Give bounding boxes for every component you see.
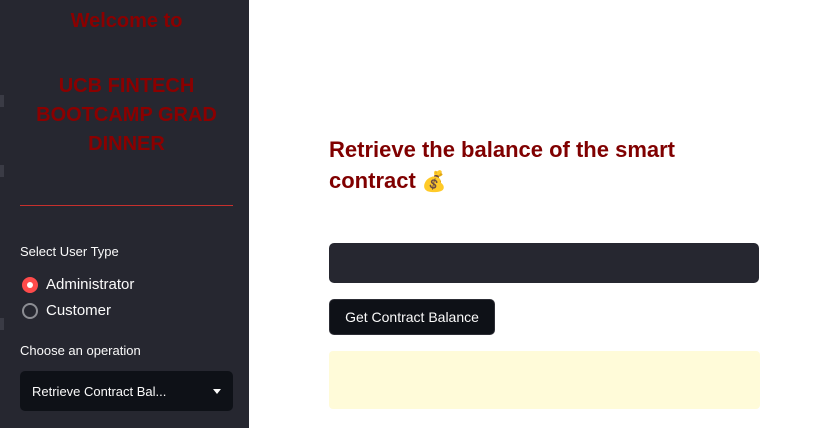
sidebar-edge-mark: [0, 318, 4, 330]
heading-text: Retrieve the balance of the smart contra…: [329, 137, 676, 193]
sidebar-divider: [20, 205, 233, 206]
operation-label: Choose an operation: [20, 343, 141, 358]
sidebar-edge-mark: [0, 165, 4, 177]
event-title: UCB FINTECH BOOTCAMP GRAD DINNER: [36, 75, 217, 155]
radio-checked-icon[interactable]: [22, 276, 38, 293]
main-content: Retrieve the balance of the smart contra…: [249, 0, 834, 428]
welcome-title: Welcome to: [70, 10, 183, 32]
radio-customer[interactable]: Customer: [22, 302, 111, 319]
get-contract-balance-button[interactable]: Get Contract Balance: [329, 299, 495, 335]
radio-unchecked-icon[interactable]: [22, 302, 38, 319]
sidebar: Welcome to UCB FINTECH BOOTCAMP GRAD DIN…: [0, 0, 249, 428]
result-alert: [329, 351, 760, 409]
user-type-label: Select User Type: [20, 244, 119, 259]
radio-label: Customer: [46, 302, 112, 319]
operation-selected-value: Retrieve Contract Bal...: [32, 383, 167, 399]
money-bag-icon: 💰: [421, 171, 447, 193]
contract-input[interactable]: [329, 243, 759, 283]
sidebar-edge-mark: [0, 95, 4, 107]
operation-select[interactable]: Retrieve Contract Bal...: [20, 371, 233, 411]
radio-administrator[interactable]: Administrator: [22, 276, 134, 293]
page-heading: Retrieve the balance of the smart contra…: [329, 134, 749, 198]
radio-label: Administrator: [46, 276, 135, 293]
chevron-down-icon[interactable]: [213, 388, 221, 394]
